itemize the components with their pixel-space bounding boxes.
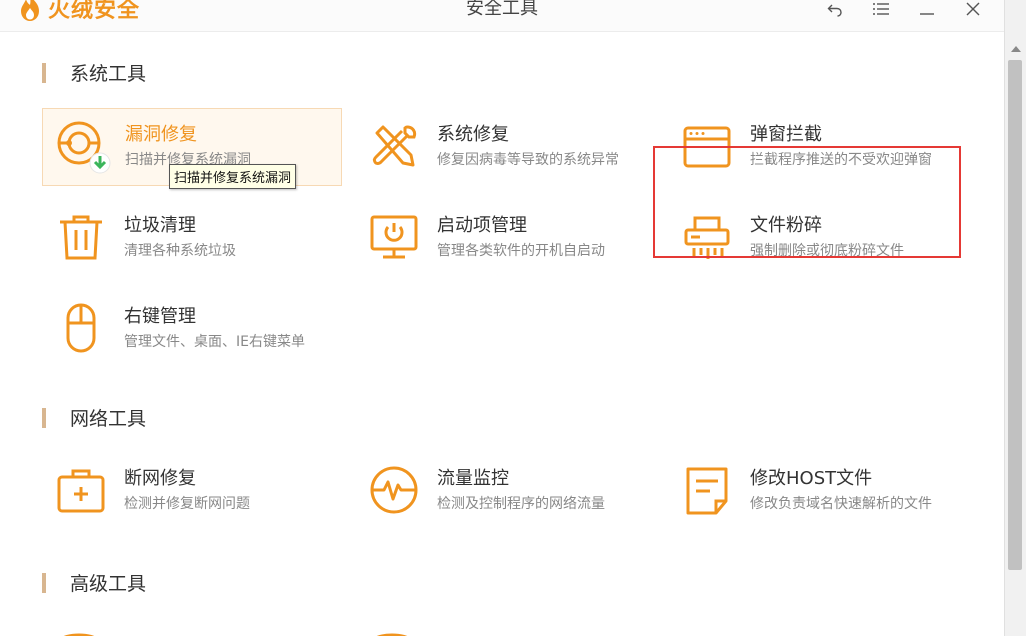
- tool-name: 漏洞修复: [125, 124, 197, 145]
- tool-description: 修改负责域名快速解析的文件: [750, 496, 932, 512]
- tool-description: 检测及控制程序的网络流量: [437, 496, 605, 512]
- trash-icon: [54, 210, 110, 266]
- tool-description: 管理各类软件的开机自启动: [437, 243, 605, 259]
- tool-description: 修复因病毒等导致的系统异常: [437, 152, 619, 168]
- window-controls: [812, 0, 996, 22]
- tool-name: 右键管理: [124, 306, 196, 327]
- wrench-screwdriver-icon: [367, 119, 423, 175]
- tool-file-shredder[interactable]: 文件粉碎 强制删除或彻底粉碎文件: [668, 199, 968, 277]
- tool-network-fix[interactable]: 断网修复 检测并修复断网问题: [42, 452, 342, 530]
- back-icon: [827, 4, 842, 17]
- document-edit-icon: [680, 463, 736, 519]
- tool-traffic-monitor[interactable]: 流量监控 检测及控制程序的网络流量: [355, 452, 655, 530]
- scroll-thumb[interactable]: [1008, 60, 1022, 570]
- popup-window-icon: [680, 119, 736, 175]
- shredder-icon: [680, 210, 736, 266]
- section-title: 系统工具: [70, 63, 147, 85]
- monitor-power-icon: [367, 210, 423, 266]
- tool-host-edit[interactable]: 修改HOST文件 修改负责域名快速解析的文件: [668, 452, 968, 530]
- pulse-monitor-icon: [367, 463, 423, 519]
- section-accent-bar: [42, 407, 46, 428]
- tool-description: 拦截程序推送的不受欢迎弹窗: [750, 152, 932, 168]
- tool-description: 管理文件、桌面、IE右键菜单: [124, 334, 305, 350]
- tool-name: 启动项管理: [437, 215, 527, 236]
- menu-button[interactable]: [858, 0, 904, 22]
- tool-name: 系统修复: [437, 124, 509, 145]
- section-accent-bar: [42, 572, 46, 593]
- minimize-icon: [920, 13, 934, 15]
- section-header-network: 网络工具: [42, 404, 146, 431]
- close-button[interactable]: [950, 0, 996, 22]
- tools-content: 系统工具 漏洞修复 扫描并修复系统漏洞 系统修复 修复因病毒等导致的系统异常 弹…: [0, 33, 1004, 636]
- vulnerability-fix-icon: [55, 119, 111, 175]
- first-aid-kit-icon: [54, 463, 110, 519]
- tool-right-click-manager[interactable]: 右键管理 管理文件、桌面、IE右键菜单: [42, 290, 342, 368]
- section-accent-bar: [42, 62, 46, 83]
- section-header-system: 系统工具: [42, 59, 146, 86]
- close-icon: [966, 2, 980, 16]
- tool-name: 流量监控: [437, 468, 509, 489]
- vertical-scrollbar[interactable]: [1004, 0, 1026, 636]
- minimize-button[interactable]: [904, 0, 950, 22]
- tool-description: 清理各种系统垃圾: [124, 243, 236, 259]
- section-header-advanced: 高级工具: [42, 569, 146, 596]
- back-button[interactable]: [812, 0, 858, 22]
- scroll-up-icon[interactable]: [1011, 46, 1021, 52]
- section-title: 高级工具: [70, 573, 147, 595]
- partial-tool-icon: [55, 629, 103, 636]
- mouse-icon: [54, 301, 110, 357]
- tool-name: 修改HOST文件: [750, 468, 873, 489]
- tool-name: 弹窗拦截: [750, 124, 822, 145]
- tool-system-fix[interactable]: 系统修复 修复因病毒等导致的系统异常: [355, 108, 655, 186]
- tool-startup-manager[interactable]: 启动项管理 管理各类软件的开机自启动: [355, 199, 655, 277]
- partial-tool-icon: [368, 629, 416, 636]
- tool-popup-block[interactable]: 弹窗拦截 拦截程序推送的不受欢迎弹窗: [668, 108, 968, 186]
- menu-icon: [873, 3, 889, 15]
- tool-description: 强制删除或彻底粉碎文件: [750, 243, 904, 259]
- tool-junk-clean[interactable]: 垃圾清理 清理各种系统垃圾: [42, 199, 342, 277]
- title-bar: 火绒安全 安全工具: [0, 0, 1004, 32]
- tool-description: 检测并修复断网问题: [124, 496, 250, 512]
- tool-name: 断网修复: [124, 468, 196, 489]
- tool-name: 垃圾清理: [124, 215, 196, 236]
- tooltip: 扫描并修复系统漏洞: [169, 164, 297, 189]
- tool-name: 文件粉碎: [750, 215, 822, 236]
- section-title: 网络工具: [70, 408, 147, 430]
